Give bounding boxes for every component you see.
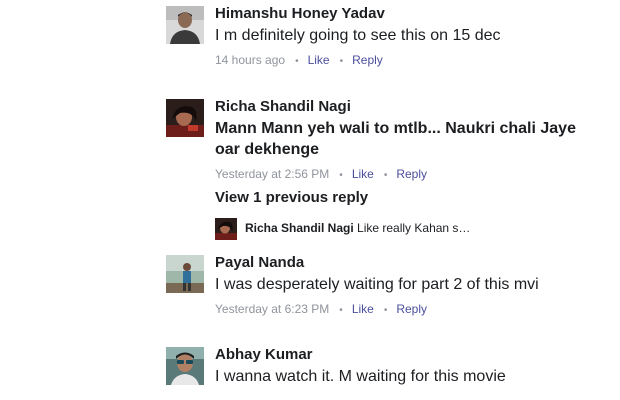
like-button[interactable]: Like xyxy=(352,302,374,316)
comment-author[interactable]: Abhay Kumar xyxy=(215,345,595,364)
profile-photo-icon xyxy=(166,347,204,385)
comment-author[interactable]: Payal Nanda xyxy=(215,253,595,272)
avatar[interactable] xyxy=(166,99,204,137)
avatar[interactable] xyxy=(166,255,204,293)
comment-author[interactable]: Himanshu Honey Yadav xyxy=(215,4,595,23)
avatar[interactable] xyxy=(166,347,204,385)
comment-meta: Yesterday at 6:23 PM • Like • Reply xyxy=(215,302,428,316)
like-button[interactable]: Like xyxy=(352,167,374,181)
reply-text: Like really Kahan se l… xyxy=(357,221,477,235)
view-previous-replies-link[interactable]: View 1 previous reply xyxy=(215,189,368,206)
comment-timestamp[interactable]: 14 hours ago xyxy=(215,53,285,67)
comment-meta: 14 hours ago • Like • Reply xyxy=(215,53,383,67)
reply-author[interactable]: Richa Shandil Nagi xyxy=(245,221,354,235)
comment-text: Mann Mann yeh wali to mtlb... Naukri cha… xyxy=(215,120,576,158)
profile-photo-icon xyxy=(166,99,204,137)
comment-timestamp[interactable]: Yesterday at 6:23 PM xyxy=(215,302,329,316)
comment-text: I was desperately waiting for part 2 of … xyxy=(215,276,539,293)
comment-meta: Yesterday at 2:56 PM • Like • Reply xyxy=(215,167,428,181)
like-button[interactable]: Like xyxy=(308,53,330,67)
reply-button[interactable]: Reply xyxy=(396,302,427,316)
reply-preview[interactable]: Richa Shandil Nagi Like really Kahan se … xyxy=(215,218,477,240)
reply-button[interactable]: Reply xyxy=(396,167,427,181)
comment-author[interactable]: Richa Shandil Nagi xyxy=(215,97,595,116)
avatar[interactable] xyxy=(166,6,204,44)
reply-button[interactable]: Reply xyxy=(352,53,383,67)
comment-timestamp[interactable]: Yesterday at 2:56 PM xyxy=(215,167,329,181)
profile-photo-icon xyxy=(166,6,204,44)
comment-text: I m definitely going to see this on 15 d… xyxy=(215,27,501,44)
profile-photo-icon xyxy=(166,255,204,293)
profile-photo-icon xyxy=(215,218,237,240)
avatar[interactable] xyxy=(215,218,237,240)
comment-text: I wanna watch it. M waiting for this mov… xyxy=(215,368,506,385)
